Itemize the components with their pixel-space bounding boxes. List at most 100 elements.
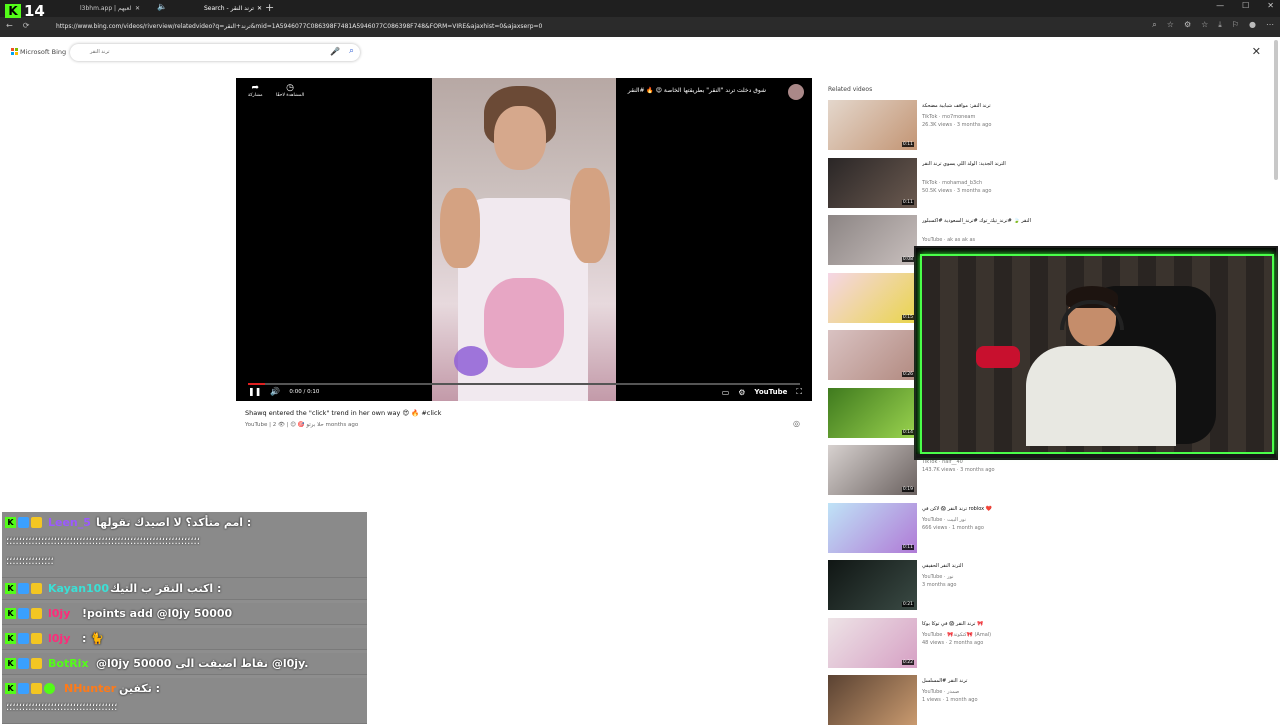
related-title[interactable]: الترند النقر الحقيقي — [922, 562, 1032, 570]
more-options-icon[interactable]: ◎ — [793, 419, 800, 428]
channel-avatar[interactable] — [788, 84, 804, 100]
chat-username[interactable]: BotRix — [48, 657, 89, 670]
chat-message: K BotRix @l0jy 50000 نقاط اضيفت الى @l0jy. — [2, 653, 367, 675]
search-query[interactable]: ترند النقر — [90, 49, 109, 55]
related-item[interactable]: 0:11 ترند النقر: مواقف شبابية مضحكة TikTok… — [828, 100, 1034, 152]
chat-username[interactable]: l0jy — [48, 607, 70, 620]
maximize-button[interactable]: ☐ — [1242, 1, 1249, 10]
duration-badge: 0:26 — [901, 372, 914, 377]
reload-icon[interactable]: ⟳ — [23, 21, 30, 30]
moderator-badge-icon — [18, 517, 29, 528]
close-icon[interactable]: ✕ — [1252, 45, 1261, 58]
video-thumbnail[interactable]: 0:26 — [828, 330, 917, 380]
video-player[interactable]: ➦ مشاركة ◷ المشاهدة لاحقًا شوق دخلت ترند… — [236, 78, 812, 401]
tab-l3bhm[interactable]: l3bhm.app | لعبهم ✕ — [72, 1, 142, 16]
favorite-icon[interactable]: ☆ — [1167, 20, 1174, 30]
related-title[interactable]: الترند الجديد: الولد اللي يسوي ترند النق… — [922, 160, 1032, 168]
duration-badge: 0:08 — [901, 257, 914, 262]
search-icon[interactable]: ⌕ — [349, 46, 354, 56]
video-thumbnail[interactable]: 0:22 — [828, 617, 917, 668]
pause-icon[interactable]: ❚❚ — [248, 387, 261, 396]
minimize-button[interactable]: — — [1216, 1, 1224, 10]
video-thumbnail[interactable]: 0:11 — [828, 157, 917, 208]
kick-logo-icon: K — [5, 4, 21, 18]
chat-message: K Kayan100 اكتب النقر ب التيك : — [2, 578, 367, 600]
related-title[interactable]: ترند جديد النقر 🍃 #ترند_تيك_توك #ترند_ال… — [922, 217, 1032, 225]
fullscreen-icon[interactable]: ⛶ — [796, 387, 802, 397]
video-thumbnail[interactable]: 0:21 — [828, 560, 917, 610]
related-source: YouTube · صمدر — [922, 689, 960, 695]
youtube-logo[interactable]: YouTube — [754, 388, 787, 396]
kick-badge-icon: K — [5, 658, 16, 669]
related-title[interactable]: ترند النقر 😱 في توكا بوكا 🎀 — [922, 620, 1032, 628]
favorites-bar-icon[interactable]: ☆ — [1201, 20, 1208, 30]
tab-search[interactable]: Search - ترند النقر ✕ — [196, 1, 264, 16]
watch-later-button[interactable]: ◷ المشاهدة لاحقًا — [276, 83, 304, 98]
related-item[interactable]: 0:21 الترند النقر الحقيقي YouTube · نور 3 m… — [828, 560, 1034, 612]
related-title[interactable]: ترند النقر #المسلسل — [922, 677, 1032, 685]
chat-text: : 🐈 — [82, 632, 104, 645]
related-heading: Related videos — [828, 86, 873, 93]
kick-badge-icon: K — [5, 517, 16, 528]
related-title[interactable]: ترند النقر: مواقف شبابية مضحكة — [922, 102, 1032, 110]
bing-header: Microsoft Bing ترند النقر 🎤 ⌕ ✕ — [0, 37, 1280, 67]
share-label: مشاركة — [248, 93, 263, 98]
video-thumbnail[interactable]: 0:08 — [828, 215, 917, 265]
related-views: 48 views · 2 months ago — [922, 639, 984, 646]
microsoft-logo-icon[interactable] — [11, 48, 18, 55]
volume-icon[interactable]: 🔊 — [270, 387, 280, 396]
chat-username[interactable]: l0jy — [48, 632, 70, 645]
kick-badge-icon: K — [5, 583, 16, 594]
chat-text: امم متأكد؟ لا اصيدك تقولها : — [96, 516, 252, 529]
video-thumbnail[interactable]: 0:14 — [828, 387, 917, 438]
related-title[interactable]: ترند النقر 😱 لاكن في roblox ❤️ — [922, 505, 1032, 513]
profile-icon[interactable]: ● — [1249, 20, 1256, 30]
back-icon[interactable]: ← — [6, 21, 13, 30]
progress-bar[interactable] — [248, 383, 800, 385]
chat-badges: K — [5, 608, 42, 619]
url-field[interactable]: https://www.bing.com/videos/riverview/re… — [56, 23, 542, 30]
player-video-title[interactable]: شوق دخلت ترند "النقر" بطريقتها الخاصة 😍 … — [628, 87, 766, 94]
chat-username[interactable]: NHunter — [64, 682, 116, 695]
video-title[interactable]: Shawq entered the "click" trend in her o… — [245, 409, 441, 417]
moderator-badge-icon — [18, 633, 29, 644]
video-thumbnail[interactable]: 0:19 — [828, 445, 917, 495]
new-tab-button[interactable]: + — [265, 1, 274, 14]
time-display: 0:00 / 0:10 — [289, 388, 320, 395]
search-input[interactable]: ترند النقر 🎤 ⌕ — [70, 44, 360, 61]
related-item[interactable]: 0:11 الترند الجديد: الولد اللي يسوي ترند … — [828, 157, 1034, 210]
zoom-icon[interactable]: ⌕ — [1152, 20, 1156, 30]
video-thumbnail[interactable]: 0:11 — [828, 100, 917, 150]
close-window-button[interactable]: ✕ — [1267, 1, 1274, 10]
tab-close-icon[interactable]: ✕ — [135, 1, 140, 16]
captions-icon[interactable]: ▭ — [722, 388, 730, 397]
video-meta: YouTube | حلا برتو 🎯 😊 | 👁 2 months ago — [245, 422, 359, 428]
crown-badge-icon — [31, 583, 42, 594]
feedback-icon[interactable]: ⚐ — [1232, 20, 1239, 30]
related-views: 3 months ago — [922, 582, 957, 588]
crown-badge-icon — [31, 608, 42, 619]
more-icon[interactable]: ⋯ — [1266, 20, 1274, 30]
downloads-icon[interactable]: ⤓ — [1218, 20, 1222, 30]
video-thumbnail[interactable]: 0:11 — [828, 502, 917, 553]
chat-username[interactable]: Leen_5 — [48, 516, 91, 529]
chat-text: اكتب النقر ب التيك : — [110, 582, 222, 595]
related-item[interactable]: 0:22 ترند النقر 😱 في توكا بوكا 🎀 YouTube ·… — [828, 617, 1034, 670]
chat-username[interactable]: Kayan100 — [48, 582, 109, 595]
window-controls: — ☐ ✕ — [1216, 1, 1274, 10]
bing-brand[interactable]: Microsoft Bing — [20, 48, 66, 56]
webcam-frame — [920, 254, 1274, 454]
duration-badge: 0:11 — [901, 544, 914, 550]
share-button[interactable]: ➦ مشاركة — [248, 83, 263, 98]
extensions-icon[interactable]: ⚙ — [1184, 20, 1191, 30]
related-item[interactable]: 0:11 ترند النقر 😱 لاكن في roblox ❤️ YouTub… — [828, 502, 1034, 555]
chat-overlay: K Leen_5 امم متأكد؟ لا اصيدك تقولها : ؛؛؛؛؛… — [2, 512, 367, 724]
mic-icon[interactable]: 🎤 — [330, 47, 340, 56]
scrollbar[interactable] — [1274, 40, 1278, 180]
tab-close-icon[interactable]: ✕ — [257, 1, 262, 16]
related-item[interactable]: ترند النقر #المسلسل YouTube · صمدر 1 views… — [828, 675, 1034, 727]
video-thumbnail[interactable] — [828, 675, 917, 725]
speaker-icon[interactable]: 🔈 — [157, 2, 167, 11]
settings-icon[interactable]: ⚙ — [738, 388, 745, 397]
video-thumbnail[interactable]: 0:15 — [828, 272, 917, 323]
